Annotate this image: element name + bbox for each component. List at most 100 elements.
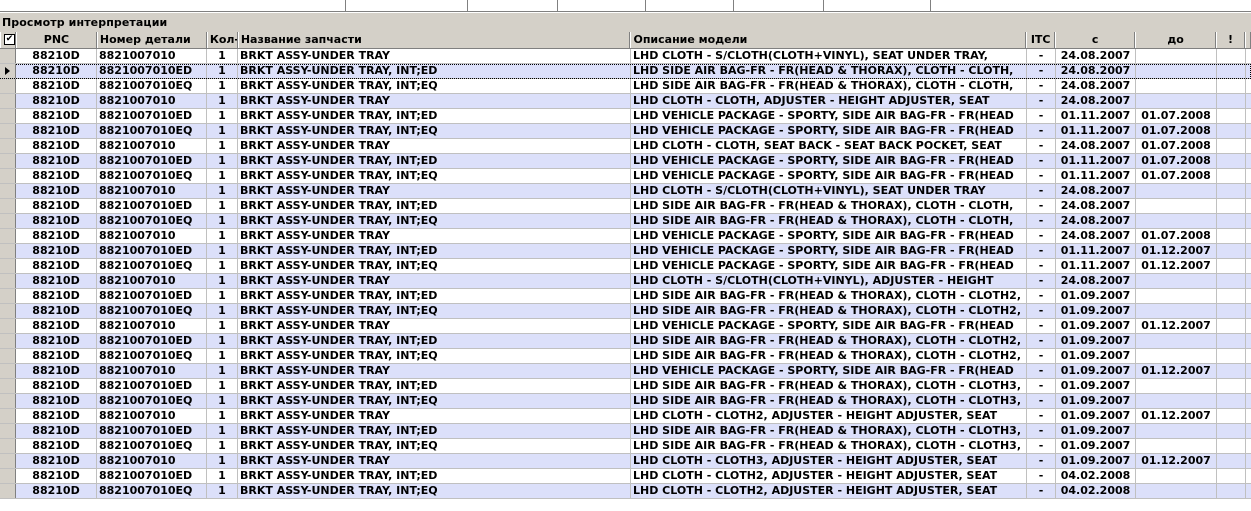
cell-itc[interactable]: - [1027, 199, 1056, 213]
cell-part-number[interactable]: 8821007010ED [97, 424, 207, 438]
cell-quantity[interactable]: 1 [207, 319, 238, 333]
cell-quantity[interactable]: 1 [207, 109, 238, 123]
cell-pnc[interactable]: 88210D [16, 64, 97, 78]
cell-from-date[interactable]: 24.08.2007 [1056, 94, 1136, 108]
cell-part-name[interactable]: BRKT ASSY-UNDER TRAY, INT;ED [238, 334, 631, 348]
cell-flag[interactable] [1217, 124, 1246, 138]
table-row[interactable]: 88210D 8821007010ED 1 BRKT ASSY-UNDER TRAY,… [0, 334, 1251, 349]
cell-part-number[interactable]: 8821007010EQ [97, 304, 207, 318]
cell-itc[interactable]: - [1027, 169, 1056, 183]
cell-model-description[interactable]: LHD CLOTH - CLOTH, SEAT BACK - SEAT BACK… [631, 139, 1027, 153]
cell-itc[interactable]: - [1027, 394, 1056, 408]
cell-quantity[interactable]: 1 [207, 394, 238, 408]
cell-from-date[interactable]: 24.08.2007 [1056, 214, 1136, 228]
table-row[interactable]: 88210D 8821007010ED 1 BRKT ASSY-UNDER TRAY,… [0, 199, 1251, 214]
row-selector[interactable] [0, 349, 16, 363]
table-row[interactable]: 88210D 8821007010EQ 1 BRKT ASSY-UNDER TRAY,… [0, 394, 1251, 409]
cell-part-name[interactable]: BRKT ASSY-UNDER TRAY [238, 139, 631, 153]
cell-flag[interactable] [1217, 424, 1246, 438]
table-row[interactable]: 88210D 8821007010ED 1 BRKT ASSY-UNDER TRAY,… [0, 424, 1251, 439]
cell-flag[interactable] [1217, 454, 1246, 468]
cell-flag[interactable] [1217, 64, 1246, 78]
cell-to-date[interactable]: 01.07.2008 [1136, 139, 1217, 153]
cell-from-date[interactable]: 24.08.2007 [1056, 64, 1136, 78]
cell-from-date[interactable]: 01.09.2007 [1056, 394, 1136, 408]
cell-part-number[interactable]: 8821007010 [97, 274, 207, 288]
cell-itc[interactable]: - [1027, 424, 1056, 438]
cell-itc[interactable]: - [1027, 379, 1056, 393]
cell-model-description[interactable]: LHD VEHICLE PACKAGE - SPORTY, SIDE AIR B… [631, 319, 1027, 333]
cell-quantity[interactable]: 1 [207, 94, 238, 108]
cell-from-date[interactable]: 01.09.2007 [1056, 439, 1136, 453]
cell-part-name[interactable]: BRKT ASSY-UNDER TRAY, INT;EQ [238, 349, 631, 363]
cell-pnc[interactable]: 88210D [16, 364, 97, 378]
cell-itc[interactable]: - [1027, 439, 1056, 453]
cell-part-number[interactable]: 8821007010 [97, 454, 207, 468]
cell-part-name[interactable]: BRKT ASSY-UNDER TRAY, INT;EQ [238, 259, 631, 273]
cell-part-name[interactable]: BRKT ASSY-UNDER TRAY, INT;ED [238, 469, 631, 483]
cell-quantity[interactable]: 1 [207, 49, 238, 63]
cell-quantity[interactable]: 1 [207, 379, 238, 393]
cell-pnc[interactable]: 88210D [16, 424, 97, 438]
cell-part-number[interactable]: 8821007010EQ [97, 124, 207, 138]
cell-part-name[interactable]: BRKT ASSY-UNDER TRAY, INT;ED [238, 109, 631, 123]
cell-to-date[interactable] [1136, 184, 1217, 198]
cell-quantity[interactable]: 1 [207, 334, 238, 348]
table-row[interactable]: 88210D 8821007010EQ 1 BRKT ASSY-UNDER TRAY,… [0, 169, 1251, 184]
cell-to-date[interactable]: 01.12.2007 [1136, 409, 1217, 423]
cell-to-date[interactable] [1136, 469, 1217, 483]
cell-to-date[interactable] [1136, 439, 1217, 453]
cell-from-date[interactable]: 24.08.2007 [1056, 229, 1136, 243]
cell-itc[interactable]: - [1027, 64, 1056, 78]
table-row[interactable]: 88210D 8821007010ED 1 BRKT ASSY-UNDER TRAY,… [0, 154, 1251, 169]
cell-flag[interactable] [1217, 409, 1246, 423]
cell-pnc[interactable]: 88210D [16, 379, 97, 393]
cell-part-number[interactable]: 8821007010EQ [97, 439, 207, 453]
cell-pnc[interactable]: 88210D [16, 154, 97, 168]
table-row[interactable]: 88210D 8821007010ED 1 BRKT ASSY-UNDER TRAY,… [0, 289, 1251, 304]
table-row[interactable]: 88210D 8821007010EQ 1 BRKT ASSY-UNDER TRAY,… [0, 259, 1251, 274]
cell-pnc[interactable]: 88210D [16, 109, 97, 123]
cell-pnc[interactable]: 88210D [16, 334, 97, 348]
cell-pnc[interactable]: 88210D [16, 169, 97, 183]
cell-from-date[interactable]: 04.02.2008 [1056, 484, 1136, 498]
cell-from-date[interactable]: 24.08.2007 [1056, 49, 1136, 63]
cell-itc[interactable]: - [1027, 334, 1056, 348]
cell-part-number[interactable]: 8821007010 [97, 364, 207, 378]
cell-to-date[interactable]: 01.07.2008 [1136, 109, 1217, 123]
cell-part-name[interactable]: BRKT ASSY-UNDER TRAY [238, 184, 631, 198]
table-row[interactable]: 88210D 8821007010 1 BRKT ASSY-UNDER TRAY LHD… [0, 319, 1251, 334]
table-row[interactable]: 88210D 8821007010 1 BRKT ASSY-UNDER TRAY LHD… [0, 139, 1251, 154]
cell-itc[interactable]: - [1027, 214, 1056, 228]
cell-from-date[interactable]: 01.09.2007 [1056, 334, 1136, 348]
cell-part-number[interactable]: 8821007010 [97, 49, 207, 63]
cell-itc[interactable]: - [1027, 469, 1056, 483]
cell-part-name[interactable]: BRKT ASSY-UNDER TRAY [238, 49, 631, 63]
cell-to-date[interactable] [1136, 49, 1217, 63]
cell-to-date[interactable]: 01.07.2008 [1136, 154, 1217, 168]
cell-itc[interactable]: - [1027, 364, 1056, 378]
cell-to-date[interactable] [1136, 304, 1217, 318]
cell-part-number[interactable]: 8821007010 [97, 94, 207, 108]
cell-part-number[interactable]: 8821007010EQ [97, 214, 207, 228]
cell-from-date[interactable]: 01.11.2007 [1056, 109, 1136, 123]
cell-pnc[interactable]: 88210D [16, 319, 97, 333]
cell-itc[interactable]: - [1027, 79, 1056, 93]
cell-part-number[interactable]: 8821007010EQ [97, 394, 207, 408]
cell-from-date[interactable]: 01.09.2007 [1056, 454, 1136, 468]
cell-pnc[interactable]: 88210D [16, 229, 97, 243]
cell-from-date[interactable]: 04.02.2008 [1056, 469, 1136, 483]
column-header-from-date[interactable]: с [1055, 32, 1136, 48]
cell-quantity[interactable]: 1 [207, 199, 238, 213]
column-header-part-name[interactable]: Название запчасти [237, 32, 631, 48]
table-row[interactable]: 88210D 8821007010 1 BRKT ASSY-UNDER TRAY LHD… [0, 229, 1251, 244]
cell-flag[interactable] [1217, 244, 1246, 258]
row-selector[interactable] [0, 454, 16, 468]
cell-part-name[interactable]: BRKT ASSY-UNDER TRAY, INT;ED [238, 379, 631, 393]
row-selector[interactable] [0, 109, 16, 123]
cell-model-description[interactable]: LHD SIDE AIR BAG-FR - FR(HEAD & THORAX),… [631, 349, 1027, 363]
cell-part-name[interactable]: BRKT ASSY-UNDER TRAY, INT;EQ [238, 79, 631, 93]
cell-from-date[interactable]: 01.09.2007 [1056, 319, 1136, 333]
cell-part-name[interactable]: BRKT ASSY-UNDER TRAY, INT;EQ [238, 124, 631, 138]
cell-itc[interactable]: - [1027, 154, 1056, 168]
